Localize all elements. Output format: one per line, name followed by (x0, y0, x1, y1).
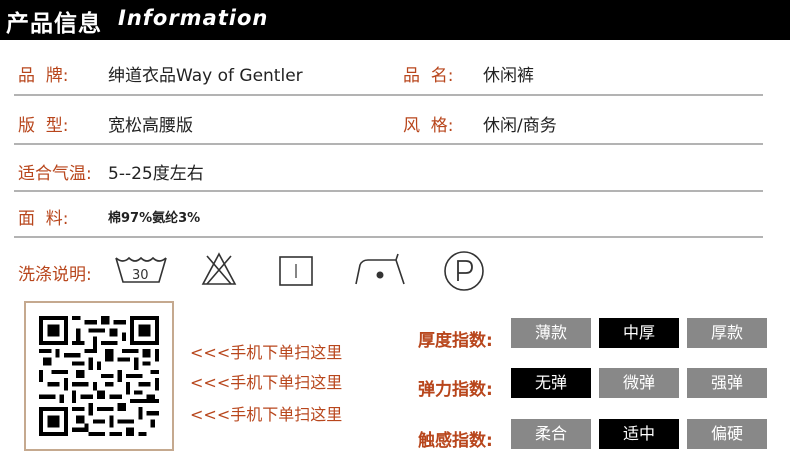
elasticity-option-slight[interactable]: 微弹 (599, 368, 679, 398)
scan-to-order-text: <<<手机下单扫这里 (190, 373, 343, 392)
thickness-option-thin[interactable]: 薄款 (511, 318, 591, 348)
elasticity-option-strong[interactable]: 强弹 (687, 368, 767, 398)
no-bleach-icon (201, 251, 237, 287)
fabric-label: 面 料: (18, 209, 69, 229)
fit-value: 宽松高腰版 (108, 116, 193, 136)
temperature-value: 5--25度左右 (108, 164, 204, 184)
softness-option-moderate[interactable]: 适中 (599, 419, 679, 449)
qr-code (39, 316, 159, 436)
temperature-label: 适合气温: (18, 164, 92, 184)
wash-temp-text: 30 (132, 268, 149, 283)
wash-30-icon: 30 (114, 252, 168, 286)
brand-label: 品 牌: (18, 66, 69, 86)
thickness-option-thick[interactable]: 厚款 (687, 318, 767, 348)
wash-label: 洗涤说明: (18, 265, 92, 285)
header-title-en: Information (118, 6, 269, 30)
header-title-zh: 产品信息 (6, 11, 102, 37)
qr-code-frame (24, 301, 174, 451)
scan-to-order-text: <<<手机下单扫这里 (190, 343, 343, 362)
elasticity-option-none[interactable]: 无弹 (511, 368, 591, 398)
row-divider (14, 190, 763, 192)
row-divider (14, 94, 763, 96)
elasticity-index-label: 弹力指数: (418, 380, 493, 400)
row-divider (14, 143, 763, 145)
fabric-value: 棉97%氨纶3% (108, 211, 201, 226)
iron-low-icon (354, 251, 406, 287)
dry-clean-p-icon (443, 250, 485, 292)
thickness-index-label: 厚度指数: (418, 331, 493, 351)
product-name-label: 品 名: (403, 66, 454, 86)
row-divider (14, 236, 763, 238)
brand-value: 绅道衣品Way of Gentler (108, 66, 303, 86)
thickness-option-medium[interactable]: 中厚 (599, 318, 679, 348)
info-header: 产品信息 Information (0, 0, 790, 40)
fit-label: 版 型: (18, 116, 69, 136)
style-value: 休闲/商务 (483, 116, 557, 136)
scan-to-order-text: <<<手机下单扫这里 (190, 405, 343, 424)
softness-option-soft[interactable]: 柔合 (511, 419, 591, 449)
dry-flat-icon (279, 256, 313, 286)
style-label: 风 格: (403, 116, 454, 136)
softness-option-firm[interactable]: 偏硬 (687, 419, 767, 449)
product-name-value: 休闲裤 (483, 66, 534, 86)
softness-index-label: 触感指数: (418, 431, 493, 451)
